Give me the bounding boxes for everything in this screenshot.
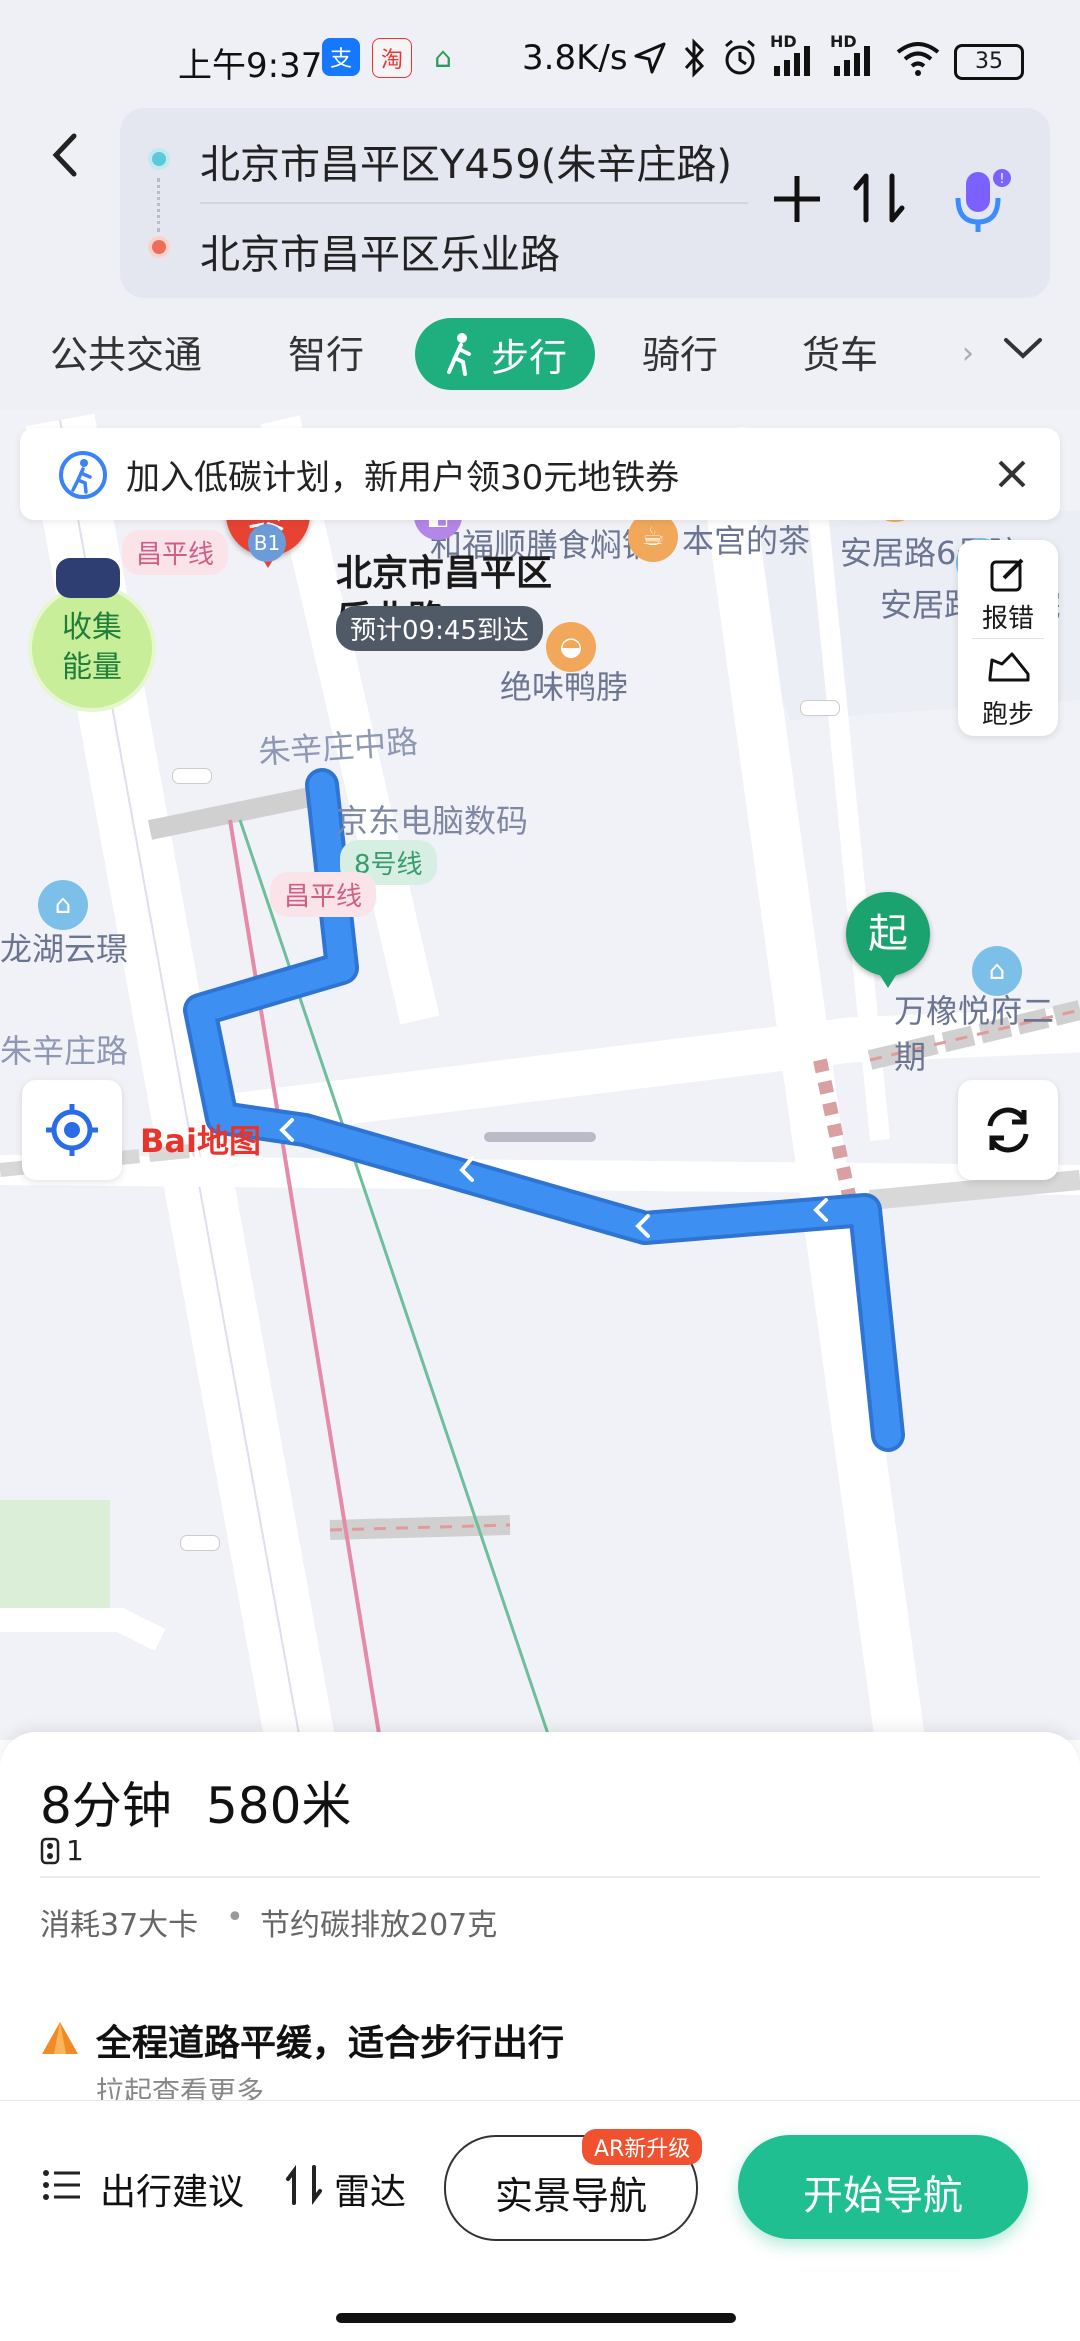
locate-button[interactable] [22,1080,122,1180]
radar-icon [284,2163,324,2211]
separator-dot: • [226,1900,244,1935]
traffic-lights-value: 1 [66,1834,84,1867]
tools-divider [972,638,1044,639]
distance: 580米 [206,1777,352,1835]
shoe-icon [988,652,1030,682]
summary-divider [40,1876,1040,1878]
home-indicator[interactable] [336,2313,736,2323]
taobao-icon: 淘 [372,38,412,78]
traffic-light-icon-2 [800,700,840,716]
ar-upgrade-badge: AR新升级 [582,2129,703,2165]
poi-jingdong-label[interactable]: 京东电脑数码 [336,796,528,842]
exit-badge: B1 [248,524,286,562]
back-button[interactable] [44,130,88,184]
walk-circle-icon [59,451,107,499]
divider [200,202,748,204]
walk-icon [446,333,471,376]
refresh-icon [987,1107,1029,1153]
route-connector [157,178,162,232]
start-navigation-button[interactable]: 开始导航 [738,2135,1028,2239]
map-view[interactable]: 昌平线 和福顺膳食焖锅 安居路6号院 ◧ 京东电脑数码 ☕ 本宫的茶 ◒ 青 ⌂… [0,410,1080,1740]
banner-text: 加入低碳计划，新用户领30元地铁券 [126,458,680,498]
baidu-map-logo: Bai地图 [140,1122,261,1160]
alarm-icon [720,38,760,82]
metro-tag-changping-mid: 昌平线 [270,872,377,917]
voice-assistant-icon[interactable]: ! [950,166,1014,240]
add-waypoint-button[interactable] [770,172,824,230]
tip-title: 全程道路平缓，适合步行出行 [96,2023,565,2064]
collect-energy-button[interactable]: 收集 能量 [28,584,156,712]
carbon-saved: 节约碳排放207克 [260,1908,498,1943]
low-carbon-banner[interactable]: 加入低碳计划，新用户领30元地铁券 [20,428,1060,520]
origin-field[interactable]: 北京市昌平区Y459(朱辛庄路) [200,132,732,190]
edit-icon [990,558,1024,592]
travel-advice-button[interactable]: 出行建议 [100,2163,244,2215]
crosshair-icon [46,1104,98,1156]
eta-badge: 预计09:45到达 [336,606,543,651]
bluetooth-icon [680,38,708,82]
robot-icon [56,558,120,598]
location-icon [632,40,668,80]
poi-longhu[interactable]: 龙湖云璟 [0,924,128,970]
start-marker-pin [878,972,898,988]
tab-smart[interactable]: 智行 [288,320,364,390]
start-navigation-label: 开始导航 [803,2173,963,2219]
tab-walk[interactable]: 步行 [415,318,595,390]
traffic-light-small-icon [40,1837,60,1864]
destination-field[interactable]: 北京市昌平区乐业路 [200,222,560,280]
residential-icon-longhu: ⌂ [38,880,88,930]
traffic-lights-count: 1 [40,1834,84,1867]
tab-walk-label: 步行 [490,335,567,380]
road-zhuxin: 朱辛庄路 [0,1032,129,1070]
wifi-icon [894,40,942,82]
duration: 8分钟 [40,1777,172,1835]
svg-text:!: ! [999,172,1004,187]
tab-truck[interactable]: 货车 [802,320,878,390]
tab-more-fade: › [962,336,974,371]
tab-public-transit[interactable]: 公共交通 [50,320,202,390]
bottom-action-bar: 出行建议 雷达 实景导航 AR新升级 开始导航 [0,2100,1080,2341]
poi-juewei[interactable]: 绝味鸭脖 [500,662,628,708]
poi-bengong[interactable]: 本宫的茶 [682,516,810,562]
refresh-route-button[interactable] [958,1080,1058,1180]
traffic-light-icon [172,768,212,784]
menu-list-icon [42,2167,82,2207]
home-app-icon: ⌂ [434,40,452,74]
warning-triangle-icon [42,2022,78,2054]
metro-tag-changping-top: 昌平线 [122,530,229,575]
destination-label-line1: 北京市昌平区 [336,553,553,594]
close-icon[interactable] [994,456,1030,492]
expand-tabs-chevron-icon[interactable] [1000,334,1046,368]
swap-button[interactable] [852,168,906,232]
start-marker[interactable]: 起 [846,892,930,976]
battery-icon: 35 [954,44,1024,80]
report-error-button[interactable]: 报错 [958,598,1058,635]
origin-dot [148,148,170,170]
map-tools-panel: 报错 跑步 [958,540,1058,736]
network-speed: 3.8K/s [522,38,628,78]
calories: 消耗37大卡 [40,1908,199,1943]
radar-button[interactable]: 雷达 [334,2163,406,2215]
destination-dot [148,236,170,258]
running-button[interactable]: 跑步 [958,694,1058,731]
status-time: 上午9:37 [178,46,323,86]
sheet-handle[interactable] [484,1132,596,1142]
ar-navigation-label: 实景导航 [494,2174,647,2218]
status-bar: 上午9:37 支 淘 ⌂ 3.8K/s HD HD 35 [0,0,1080,100]
alipay-icon: 支 [322,38,360,76]
poi-wanxiang[interactable]: 万橡悦府二期 [894,986,1080,1078]
tab-cycling[interactable]: 骑行 [642,320,718,390]
